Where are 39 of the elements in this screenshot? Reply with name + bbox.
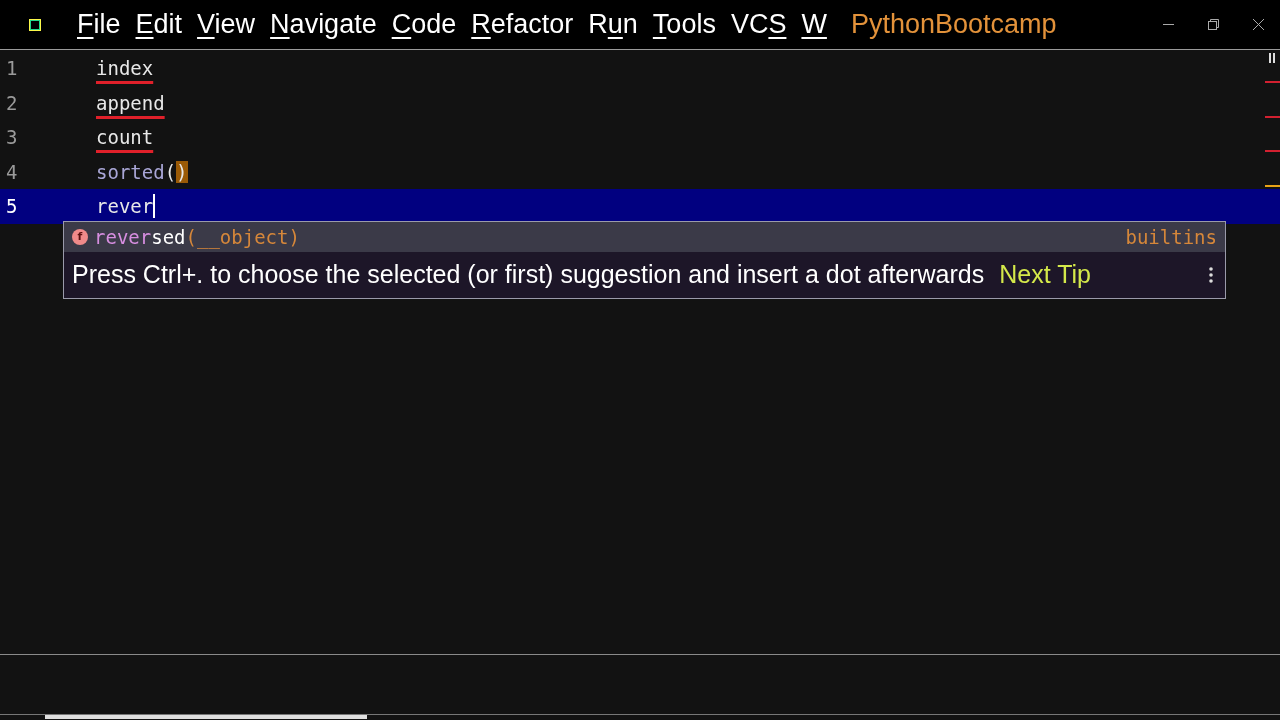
function-icon: f bbox=[72, 229, 88, 245]
minimize-icon[interactable] bbox=[1163, 23, 1174, 26]
pause-icon bbox=[1269, 53, 1275, 63]
code-line: append bbox=[96, 90, 165, 116]
menu-item[interactable]: Run bbox=[588, 11, 638, 38]
text-cursor bbox=[153, 194, 156, 219]
code-line: count bbox=[96, 125, 154, 150]
menu-item[interactable]: View bbox=[197, 11, 256, 38]
menu-item[interactable]: Refactor bbox=[471, 11, 574, 38]
restore-icon[interactable] bbox=[1208, 19, 1219, 30]
completion-item[interactable]: f reversed(__object) builtins bbox=[64, 222, 1225, 252]
menu-item[interactable]: W bbox=[801, 11, 827, 38]
menu-item[interactable]: Code bbox=[391, 11, 457, 38]
project-name: PythonBootcamp bbox=[850, 11, 1057, 38]
menu-item[interactable]: Edit bbox=[135, 11, 183, 38]
next-tip-link[interactable]: Next Tip bbox=[999, 256, 1091, 294]
menu-item[interactable]: VCS bbox=[730, 11, 787, 38]
error-stripe-marker[interactable] bbox=[1265, 150, 1280, 152]
error-stripe-marker[interactable] bbox=[1265, 81, 1280, 83]
menu-item[interactable]: File bbox=[77, 11, 121, 38]
error-stripe-marker[interactable] bbox=[1265, 115, 1280, 118]
menu-item[interactable]: Tools bbox=[652, 11, 716, 38]
line-number: 3 bbox=[5, 125, 19, 150]
code-line: index bbox=[96, 56, 154, 81]
line-number: 1 bbox=[5, 56, 19, 81]
completion-label: reversed(__object) bbox=[94, 224, 300, 251]
more-options-icon[interactable] bbox=[1209, 267, 1213, 283]
line-number: 2 bbox=[5, 90, 19, 116]
line-number: 4 bbox=[5, 159, 19, 185]
close-icon[interactable] bbox=[1253, 19, 1264, 30]
app-logo-icon bbox=[29, 18, 41, 31]
code-line: sorted() bbox=[96, 159, 188, 185]
warning-stripe-marker[interactable] bbox=[1265, 184, 1280, 187]
code-line: rever bbox=[96, 194, 154, 219]
scrollbar-thumb[interactable] bbox=[45, 715, 367, 719]
tip-text: Press Ctrl+. to choose the selected (or first) suggestion and insert a dot afterwards bbox=[72, 259, 985, 291]
menu-item[interactable]: Navigate bbox=[270, 11, 377, 38]
completion-source: builtins bbox=[1125, 224, 1217, 250]
line-number: 5 bbox=[5, 194, 19, 219]
